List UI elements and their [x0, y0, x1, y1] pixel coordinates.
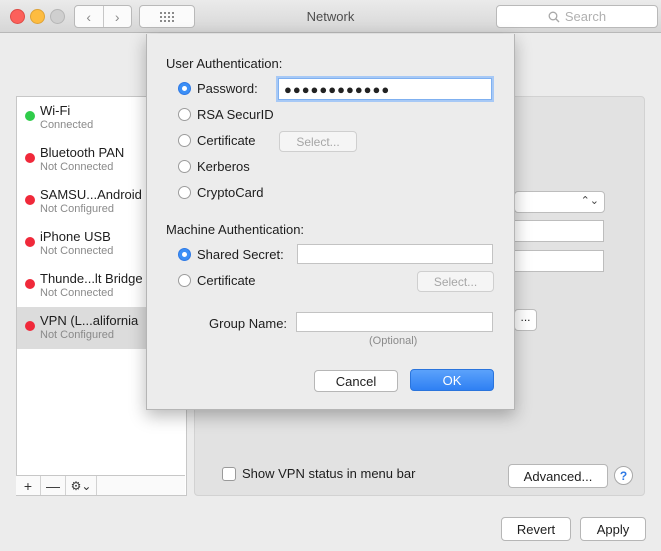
ok-label: OK — [442, 372, 462, 388]
radio-cryptocard[interactable]: CryptoCard — [178, 183, 263, 201]
shared-secret-field[interactable] — [297, 244, 493, 264]
radio-certificate[interactable]: Certificate — [178, 131, 256, 149]
radio-label: Kerberos — [197, 158, 250, 174]
configuration-select[interactable]: ⌃⌄ — [514, 191, 605, 213]
status-dot-icon — [25, 321, 35, 331]
group-name-field[interactable] — [296, 312, 493, 332]
password-field[interactable]: ●●●●●●●●●●●● — [278, 78, 492, 100]
radio-password[interactable]: Password: — [178, 79, 258, 97]
radio-kerberos[interactable]: Kerberos — [178, 157, 250, 175]
radio-label: Certificate — [197, 132, 256, 148]
radio-button[interactable] — [178, 247, 191, 261]
remove-service-button[interactable]: — — [41, 476, 66, 495]
chevron-updown-icon: ⌃⌄ — [580, 195, 599, 207]
select-label: Select... — [433, 274, 478, 289]
radio-label: Shared Secret: — [197, 246, 284, 262]
service-name: SAMSU...Android — [40, 187, 142, 202]
radio-label: Certificate — [197, 272, 256, 288]
service-status: Not Configured — [40, 203, 114, 215]
radio-rsa-securid[interactable]: RSA SecurID — [178, 105, 274, 123]
window-titlebar: ‹ › Network Search — [0, 0, 661, 33]
apply-button[interactable]: Apply — [580, 517, 646, 541]
radio-button[interactable] — [178, 159, 191, 173]
status-dot-icon — [25, 195, 35, 205]
question-icon: ? — [619, 468, 628, 483]
service-name: Wi-Fi — [40, 103, 71, 118]
radio-shared-secret[interactable]: Shared Secret: — [178, 245, 284, 263]
service-status: Connected — [40, 119, 94, 131]
gear-icon: ⚙⌄ — [70, 478, 92, 493]
group-name-label: Group Name: — [209, 316, 288, 331]
service-name: iPhone USB — [40, 229, 111, 244]
search-icon — [548, 11, 560, 22]
plus-icon: + — [23, 477, 33, 494]
server-address-field[interactable] — [514, 220, 604, 242]
revert-label: Revert — [516, 521, 556, 537]
radio-machine-certificate[interactable]: Certificate — [178, 271, 256, 289]
service-status: Not Connected — [40, 287, 114, 299]
cancel-label: Cancel — [335, 373, 377, 389]
help-button[interactable]: ? — [614, 466, 633, 485]
service-name: VPN (L...alifornia — [40, 313, 139, 328]
select-label: Select... — [296, 134, 340, 149]
radio-label: Password: — [197, 80, 258, 96]
search-input[interactable]: Search — [496, 5, 658, 28]
status-dot-icon — [25, 111, 35, 121]
status-dot-icon — [25, 153, 35, 163]
radio-label: CryptoCard — [197, 184, 264, 200]
service-list-toolbar: + — ⚙⌄ — [16, 475, 185, 495]
user-authentication-title: User Authentication: — [166, 56, 283, 71]
service-name: Bluetooth PAN — [40, 145, 125, 160]
cancel-button[interactable]: Cancel — [314, 370, 398, 392]
authentication-settings-button[interactable]: ... — [514, 309, 537, 331]
ellipsis-label: ... — [520, 310, 531, 324]
machine-certificate-select-button[interactable]: Select... — [417, 271, 494, 292]
radio-button[interactable] — [178, 185, 191, 199]
advanced-button[interactable]: Advanced... — [508, 464, 608, 488]
account-name-field[interactable] — [514, 250, 604, 272]
optional-hint: (Optional) — [369, 335, 418, 347]
radio-button[interactable] — [178, 107, 191, 121]
ok-button[interactable]: OK — [410, 369, 494, 391]
service-name: Thunde...lt Bridge — [40, 271, 143, 286]
status-dot-icon — [25, 279, 35, 289]
service-status: Not Connected — [40, 161, 114, 173]
certificate-select-button[interactable]: Select... — [279, 131, 357, 152]
service-status: Not Configured — [40, 329, 114, 341]
add-service-button[interactable]: + — [16, 476, 41, 495]
radio-button[interactable] — [178, 81, 191, 95]
radio-label: RSA SecurID — [197, 106, 274, 122]
radio-button[interactable] — [178, 273, 191, 287]
service-actions-button[interactable]: ⚙⌄ — [66, 476, 97, 495]
show-vpn-status-row[interactable]: Show VPN status in menu bar — [222, 466, 415, 481]
revert-button[interactable]: Revert — [501, 517, 571, 541]
password-value: ●●●●●●●●●●●● — [284, 81, 391, 97]
advanced-label: Advanced... — [523, 468, 593, 484]
show-vpn-status-checkbox[interactable] — [222, 466, 236, 481]
minus-icon: — — [46, 477, 60, 494]
search-placeholder: Search — [564, 9, 607, 24]
service-status: Not Connected — [40, 245, 114, 257]
radio-button[interactable] — [178, 133, 191, 147]
show-vpn-status-label: Show VPN status in menu bar — [242, 466, 416, 481]
apply-label: Apply — [596, 521, 630, 537]
machine-authentication-title: Machine Authentication: — [166, 222, 305, 237]
status-dot-icon — [25, 237, 35, 247]
